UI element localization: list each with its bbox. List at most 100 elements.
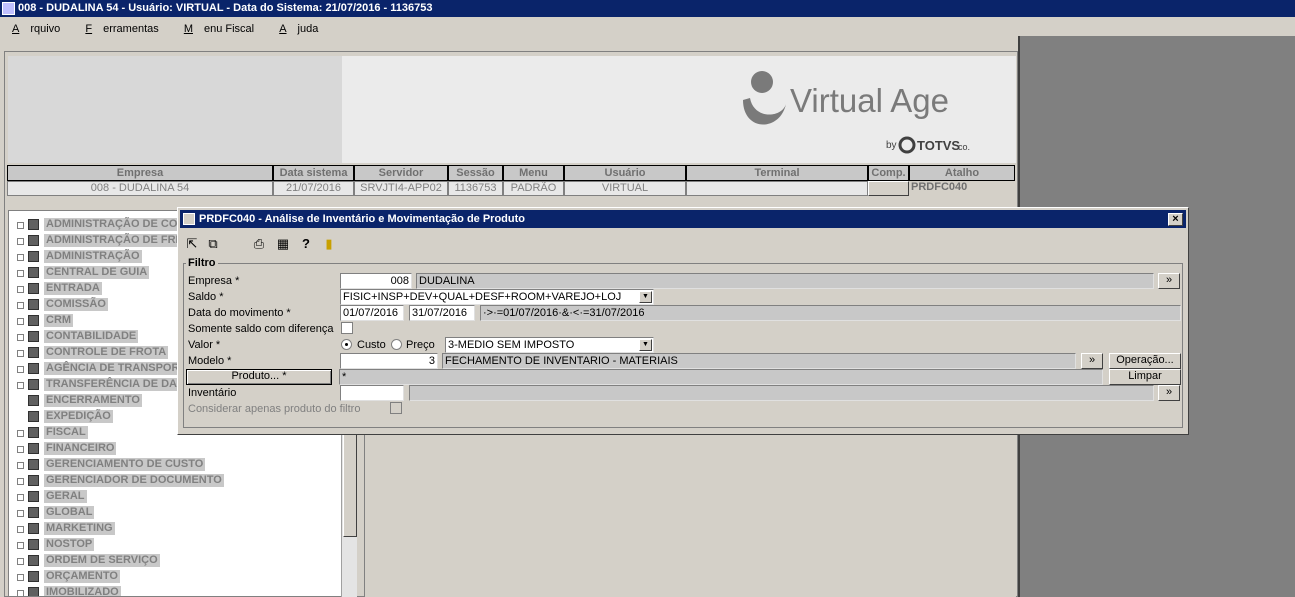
- window-title: 008 - DUDALINA 54 - Usuário: VIRTUAL - D…: [18, 2, 433, 14]
- expand-icon[interactable]: [17, 510, 24, 517]
- folder-icon: [28, 523, 39, 534]
- operacao-button[interactable]: Operação...: [1109, 353, 1181, 369]
- logo-swoosh: [743, 98, 786, 125]
- preco-radio-label: Preço: [406, 339, 435, 351]
- produto-button[interactable]: Produto... *: [186, 369, 332, 385]
- menu-bar: Arquivo Ferramentas Menu Fiscal Ajuda: [0, 17, 1295, 36]
- header-atalho: Atalho: [909, 165, 1015, 181]
- data-expressao-field: ·>·=01/07/2016·&·<·=31/07/2016: [480, 305, 1181, 321]
- folder-icon: [28, 443, 39, 454]
- somente-saldo-label: Somente saldo com diferença: [188, 323, 334, 335]
- folder-icon: [28, 507, 39, 518]
- custo-radio-label: Custo: [357, 339, 386, 351]
- logo-partner-text: TOTVS: [917, 138, 960, 153]
- considerar-checkbox[interactable]: [390, 402, 402, 414]
- header-comp: Comp.: [868, 165, 909, 181]
- header-menu: Menu: [503, 165, 564, 181]
- expand-icon[interactable]: [17, 222, 24, 229]
- spreadsheet-icon[interactable]: ▦: [275, 236, 291, 252]
- expand-icon[interactable]: [17, 238, 24, 245]
- value-sessao: 1136753: [448, 181, 503, 196]
- folder-icon: [28, 235, 39, 246]
- chevron-down-icon[interactable]: ▼: [639, 291, 652, 303]
- menu-arquivo[interactable]: Arquivo: [0, 17, 70, 35]
- folder-icon: [28, 491, 39, 502]
- value-empresa: 008 - DUDALINA 54: [7, 181, 273, 196]
- print-icon[interactable]: ⎙: [251, 236, 267, 252]
- value-usuario: VIRTUAL: [564, 181, 686, 196]
- expand-icon[interactable]: [17, 382, 24, 389]
- empresa-name-field: DUDALINA: [416, 273, 1154, 289]
- valor-select[interactable]: 3-MEDIO SEM IMPOSTO ▼: [445, 337, 654, 353]
- data-fim-input[interactable]: 31/07/2016: [409, 305, 475, 321]
- dialog-app-icon: [183, 213, 195, 225]
- copy-icon[interactable]: ⧉: [205, 236, 221, 252]
- value-data-sistema: 21/07/2016: [273, 181, 354, 196]
- expand-icon[interactable]: [17, 526, 24, 533]
- expand-icon[interactable]: [17, 318, 24, 325]
- folder-icon: [28, 251, 39, 262]
- data-movimento-label: Data do movimento *: [188, 307, 291, 319]
- custo-radio[interactable]: [341, 339, 352, 350]
- empresa-code-input[interactable]: 008: [340, 273, 412, 289]
- data-inicio-input[interactable]: 01/07/2016: [340, 305, 404, 321]
- folder-icon: [28, 363, 39, 374]
- first-record-icon[interactable]: ⇱: [184, 236, 200, 252]
- saldo-label: Saldo *: [188, 291, 224, 303]
- saldo-select[interactable]: FISIC+INSP+DEV+QUAL+DESF+ROOM+VAREJO+LOJ…: [340, 289, 654, 305]
- expand-icon[interactable]: [17, 494, 24, 501]
- preco-radio[interactable]: [391, 339, 402, 350]
- folder-icon: [28, 347, 39, 358]
- empresa-lookup-button[interactable]: »: [1158, 273, 1180, 289]
- value-atalho: PRDFC040: [911, 181, 968, 193]
- totvs-icon: [898, 136, 916, 154]
- logo-by-text: by: [886, 140, 897, 151]
- folder-icon: [28, 427, 39, 438]
- expand-icon[interactable]: [17, 350, 24, 357]
- expand-icon[interactable]: [17, 542, 24, 549]
- value-servidor: SRVJTI4-APP02: [354, 181, 448, 196]
- inventario-lookup-button[interactable]: »: [1158, 385, 1180, 401]
- folder-icon: [28, 219, 39, 230]
- inventario-input[interactable]: [340, 385, 404, 401]
- expand-icon[interactable]: [17, 302, 24, 309]
- somente-saldo-checkbox[interactable]: [341, 322, 353, 334]
- menu-ferramentas[interactable]: Ferramentas: [73, 17, 168, 35]
- folder-icon: [28, 379, 39, 390]
- app-icon: [2, 2, 15, 15]
- menu-ajuda[interactable]: Ajuda: [267, 17, 328, 35]
- folder-icon: [28, 315, 39, 326]
- inventario-name-field: [409, 385, 1154, 401]
- expand-icon[interactable]: [17, 366, 24, 373]
- limpar-button[interactable]: Limpar: [1109, 369, 1181, 385]
- folder-icon: [28, 395, 39, 406]
- close-button[interactable]: ×: [1168, 213, 1183, 226]
- header-empresa: Empresa: [7, 165, 273, 181]
- expand-icon[interactable]: [17, 478, 24, 485]
- modelo-code-input[interactable]: 3: [340, 353, 438, 369]
- expand-icon[interactable]: [17, 558, 24, 565]
- expand-icon[interactable]: [17, 590, 24, 596]
- dialog-title: PRDFC040 - Análise de Inventário e Movim…: [199, 213, 525, 225]
- expand-icon[interactable]: [17, 254, 24, 261]
- value-menu: PADRÃO: [503, 181, 564, 196]
- expand-icon[interactable]: [17, 286, 24, 293]
- folder-icon: [28, 331, 39, 342]
- expand-icon[interactable]: [17, 270, 24, 277]
- considerar-label: Considerar apenas produto do filtro: [188, 403, 361, 415]
- menu-menu-fiscal[interactable]: Menu Fiscal: [172, 17, 264, 35]
- expand-icon[interactable]: [17, 334, 24, 341]
- chevron-down-icon[interactable]: ▼: [639, 339, 652, 351]
- expand-icon[interactable]: [17, 446, 24, 453]
- expand-icon[interactable]: [17, 462, 24, 469]
- value-comp-button[interactable]: [868, 181, 909, 196]
- expand-icon[interactable]: [17, 574, 24, 581]
- exit-door-icon[interactable]: ▮: [321, 236, 337, 252]
- modelo-lookup-button[interactable]: »: [1081, 353, 1103, 369]
- folder-icon: [28, 475, 39, 486]
- logo-brand-text: Virtual Age: [790, 82, 949, 119]
- expand-icon[interactable]: [17, 430, 24, 437]
- help-icon[interactable]: ?: [298, 236, 314, 252]
- window-title-bar: 008 - DUDALINA 54 - Usuário: VIRTUAL - D…: [0, 0, 1295, 17]
- header-data-sistema: Data sistema: [273, 165, 354, 181]
